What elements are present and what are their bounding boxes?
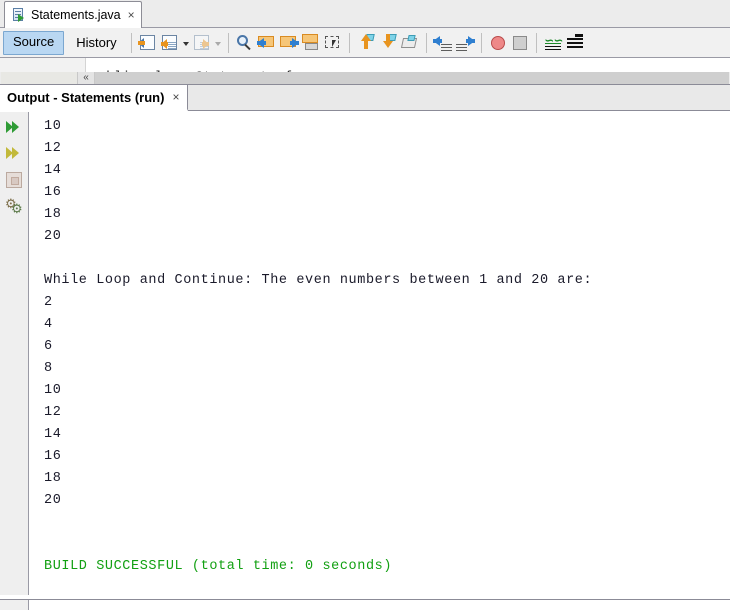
shift-line-left-icon[interactable] [432,32,454,54]
rerun-with-arguments-icon[interactable] [2,142,26,166]
file-tab-statements-java[interactable]: Statements.java × [4,1,142,28]
editor-code-area: public class Statements { [0,58,730,72]
horizontal-scrollbar-track[interactable] [95,72,729,84]
find-selection-icon[interactable] [234,32,256,54]
toolbar-divider-4 [425,32,427,53]
tab-history[interactable]: History [67,32,125,54]
stop-icon[interactable] [509,32,531,54]
java-file-icon [11,7,27,23]
forward-icon[interactable] [191,32,213,54]
toolbar-divider-6 [535,32,537,53]
collapse-left-icon[interactable]: « [77,72,95,84]
stop-process-icon [2,168,26,192]
toolbar-divider-5 [480,32,482,53]
output-line: 20 [44,229,62,244]
output-line: 10 [44,119,62,134]
output-line: 12 [44,405,62,420]
previous-error-icon[interactable] [355,32,377,54]
output-line: 2 [44,295,53,310]
output-line: 20 [44,493,62,508]
rerun-icon[interactable] [2,116,26,140]
output-bottom-gutter [0,600,29,610]
forward-dropdown-caret-icon [213,32,223,54]
tab-output-statements-run[interactable]: Output - Statements (run) × [0,85,189,111]
editor-source-line[interactable]: public class Statements { [90,58,730,72]
close-icon[interactable]: × [128,9,135,21]
toolbar-divider-3 [348,32,350,53]
output-tab-label: Output - Statements (run) [7,89,165,105]
output-line: 16 [44,185,62,200]
editor-file-tab-bar: Statements.java × [0,0,730,28]
output-line: 6 [44,339,53,354]
output-line: 8 [44,361,53,376]
output-line: BUILD SUCCESSFUL (total time: 0 seconds) [44,559,393,574]
output-tab-bar: Output - Statements (run) × [0,85,730,111]
output-line: While Loop and Continue: The even number… [44,273,593,288]
toggle-annotation-icon[interactable] [399,32,421,54]
toggle-highlight-icon[interactable]: ∽∽ [542,32,564,54]
format-icon[interactable] [564,32,586,54]
toolbar-divider-2 [227,32,229,53]
output-line: 10 [44,383,62,398]
output-settings-icon[interactable] [2,194,26,218]
editor-window: Statements.java × Source History ∽∽ « [0,0,730,84]
output-line: 14 [44,427,62,442]
next-bookmark-icon[interactable] [278,32,300,54]
close-icon[interactable]: × [172,91,179,103]
output-line: 12 [44,141,62,156]
toolbar-divider-1 [130,32,132,53]
tab-source[interactable]: Source [3,30,65,55]
toggle-bookmark-icon[interactable] [300,32,322,54]
output-line: 16 [44,449,62,464]
output-line: 18 [44,207,62,222]
output-action-gutter [0,112,29,595]
output-line: 4 [44,317,53,332]
output-line: 14 [44,163,62,178]
next-error-icon[interactable] [377,32,399,54]
splitter-left-pad [1,72,77,84]
editor-gutter [0,58,86,72]
previous-bookmark-icon[interactable] [256,32,278,54]
editor-toolbar: Source History ∽∽ [0,28,730,58]
output-line: 18 [44,471,62,486]
toggle-rectangular-selection-icon[interactable] [137,32,159,54]
last-edit-icon[interactable] [159,32,181,54]
shift-line-right-icon[interactable] [454,32,476,54]
toggle-rectangular-select-icon[interactable] [322,32,344,54]
output-console-text[interactable]: 10 12 14 16 18 20 While Loop and Continue: Th… [30,112,730,595]
back-dropdown-caret-icon[interactable] [181,32,191,54]
output-window: Output - Statements (run) × 10 12 14 16 18 20… [0,84,730,610]
output-bottom-strip [0,599,730,610]
file-tab-label: Statements.java [31,8,121,22]
editor-splitter: « [0,72,730,84]
start-macro-recording-icon[interactable] [487,32,509,54]
